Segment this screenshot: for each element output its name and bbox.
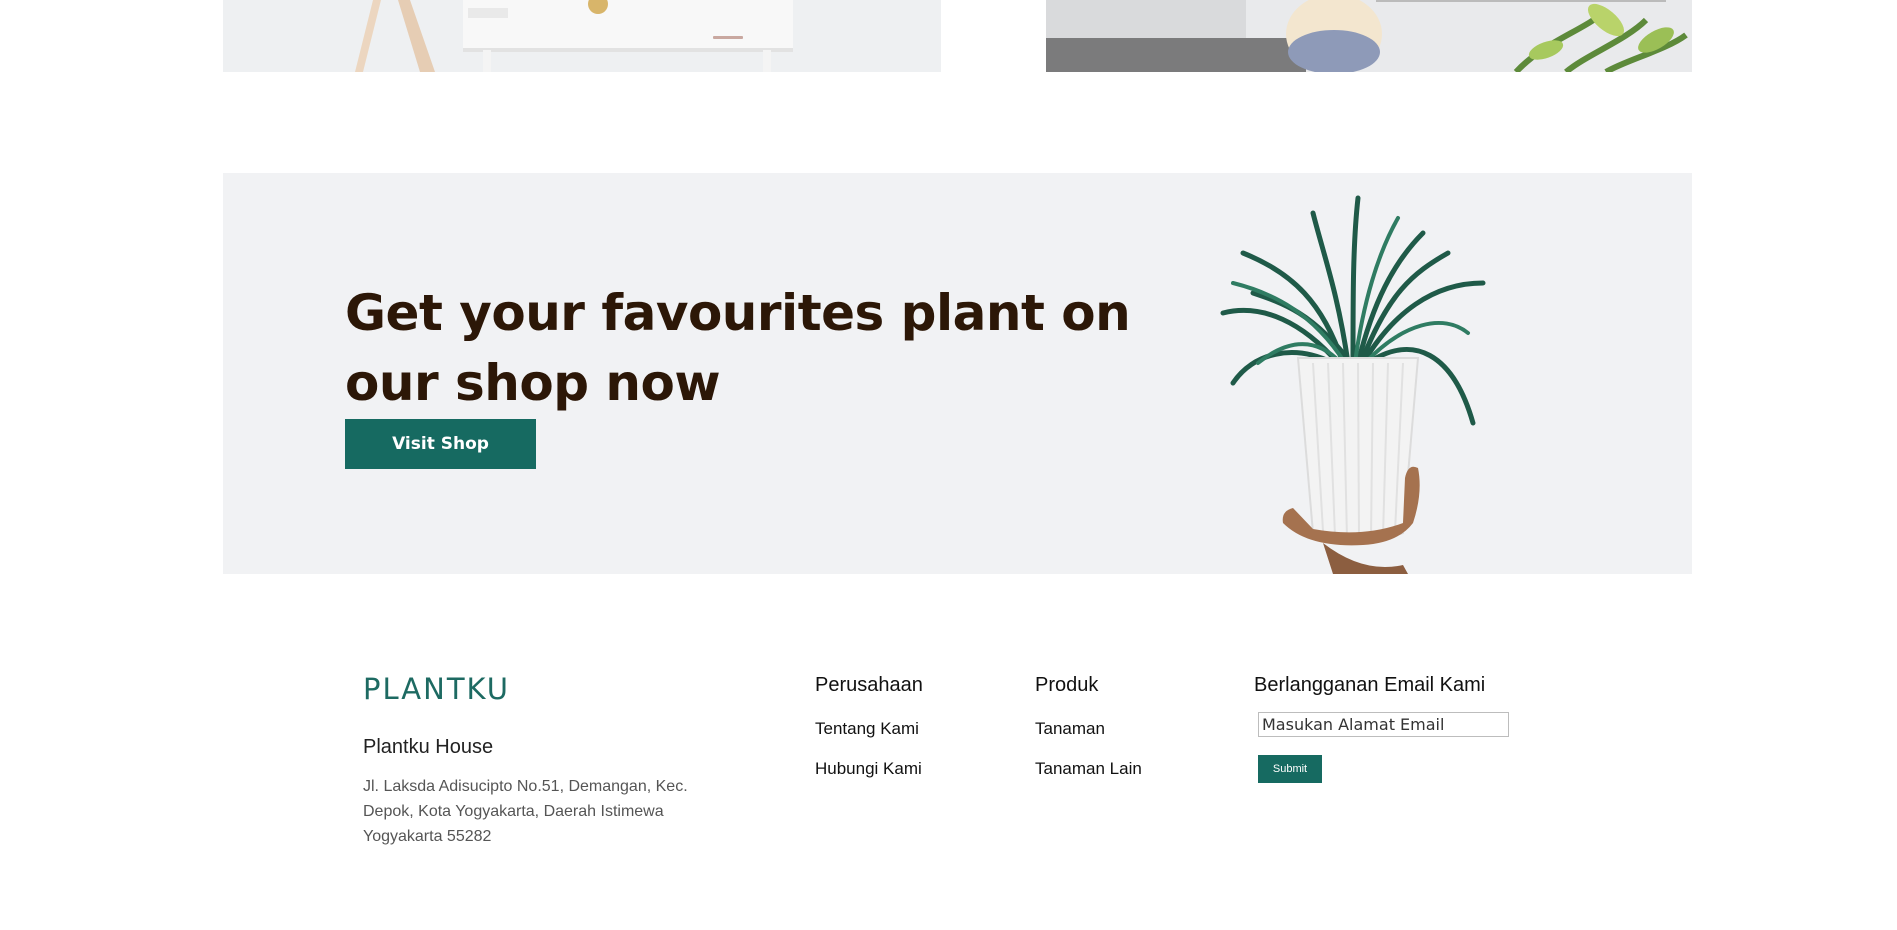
newsletter-title: Berlangganan Email Kami: [1254, 674, 1486, 696]
banner-title: Get your favourites plant on our shop no…: [345, 284, 1131, 412]
company-name: Plantku House: [363, 736, 494, 758]
visit-shop-button[interactable]: Visit Shop: [345, 419, 536, 469]
product-column-title: Produk: [1035, 674, 1099, 696]
email-field[interactable]: [1258, 712, 1509, 737]
other-plants-link[interactable]: Tanaman Lain: [1035, 759, 1142, 779]
submit-button[interactable]: Submit: [1258, 755, 1322, 783]
plants-link[interactable]: Tanaman: [1035, 719, 1105, 739]
company-address: Jl. Laksda Adisucipto No.51, Demangan, K…: [363, 778, 688, 845]
potted-plant-image: [1220, 195, 1486, 574]
product-image-left: [223, 0, 941, 72]
footer-logo[interactable]: PLANTKU: [363, 672, 510, 706]
about-us-link[interactable]: Tentang Kami: [815, 719, 919, 739]
company-column-title: Perusahaan: [815, 674, 923, 696]
product-image-right: [1046, 0, 1692, 72]
shop-banner: Get your favourites plant on our shop no…: [223, 173, 1692, 574]
page: Get your favourites plant on our shop no…: [0, 0, 1897, 930]
contact-us-link[interactable]: Hubungi Kami: [815, 759, 922, 779]
